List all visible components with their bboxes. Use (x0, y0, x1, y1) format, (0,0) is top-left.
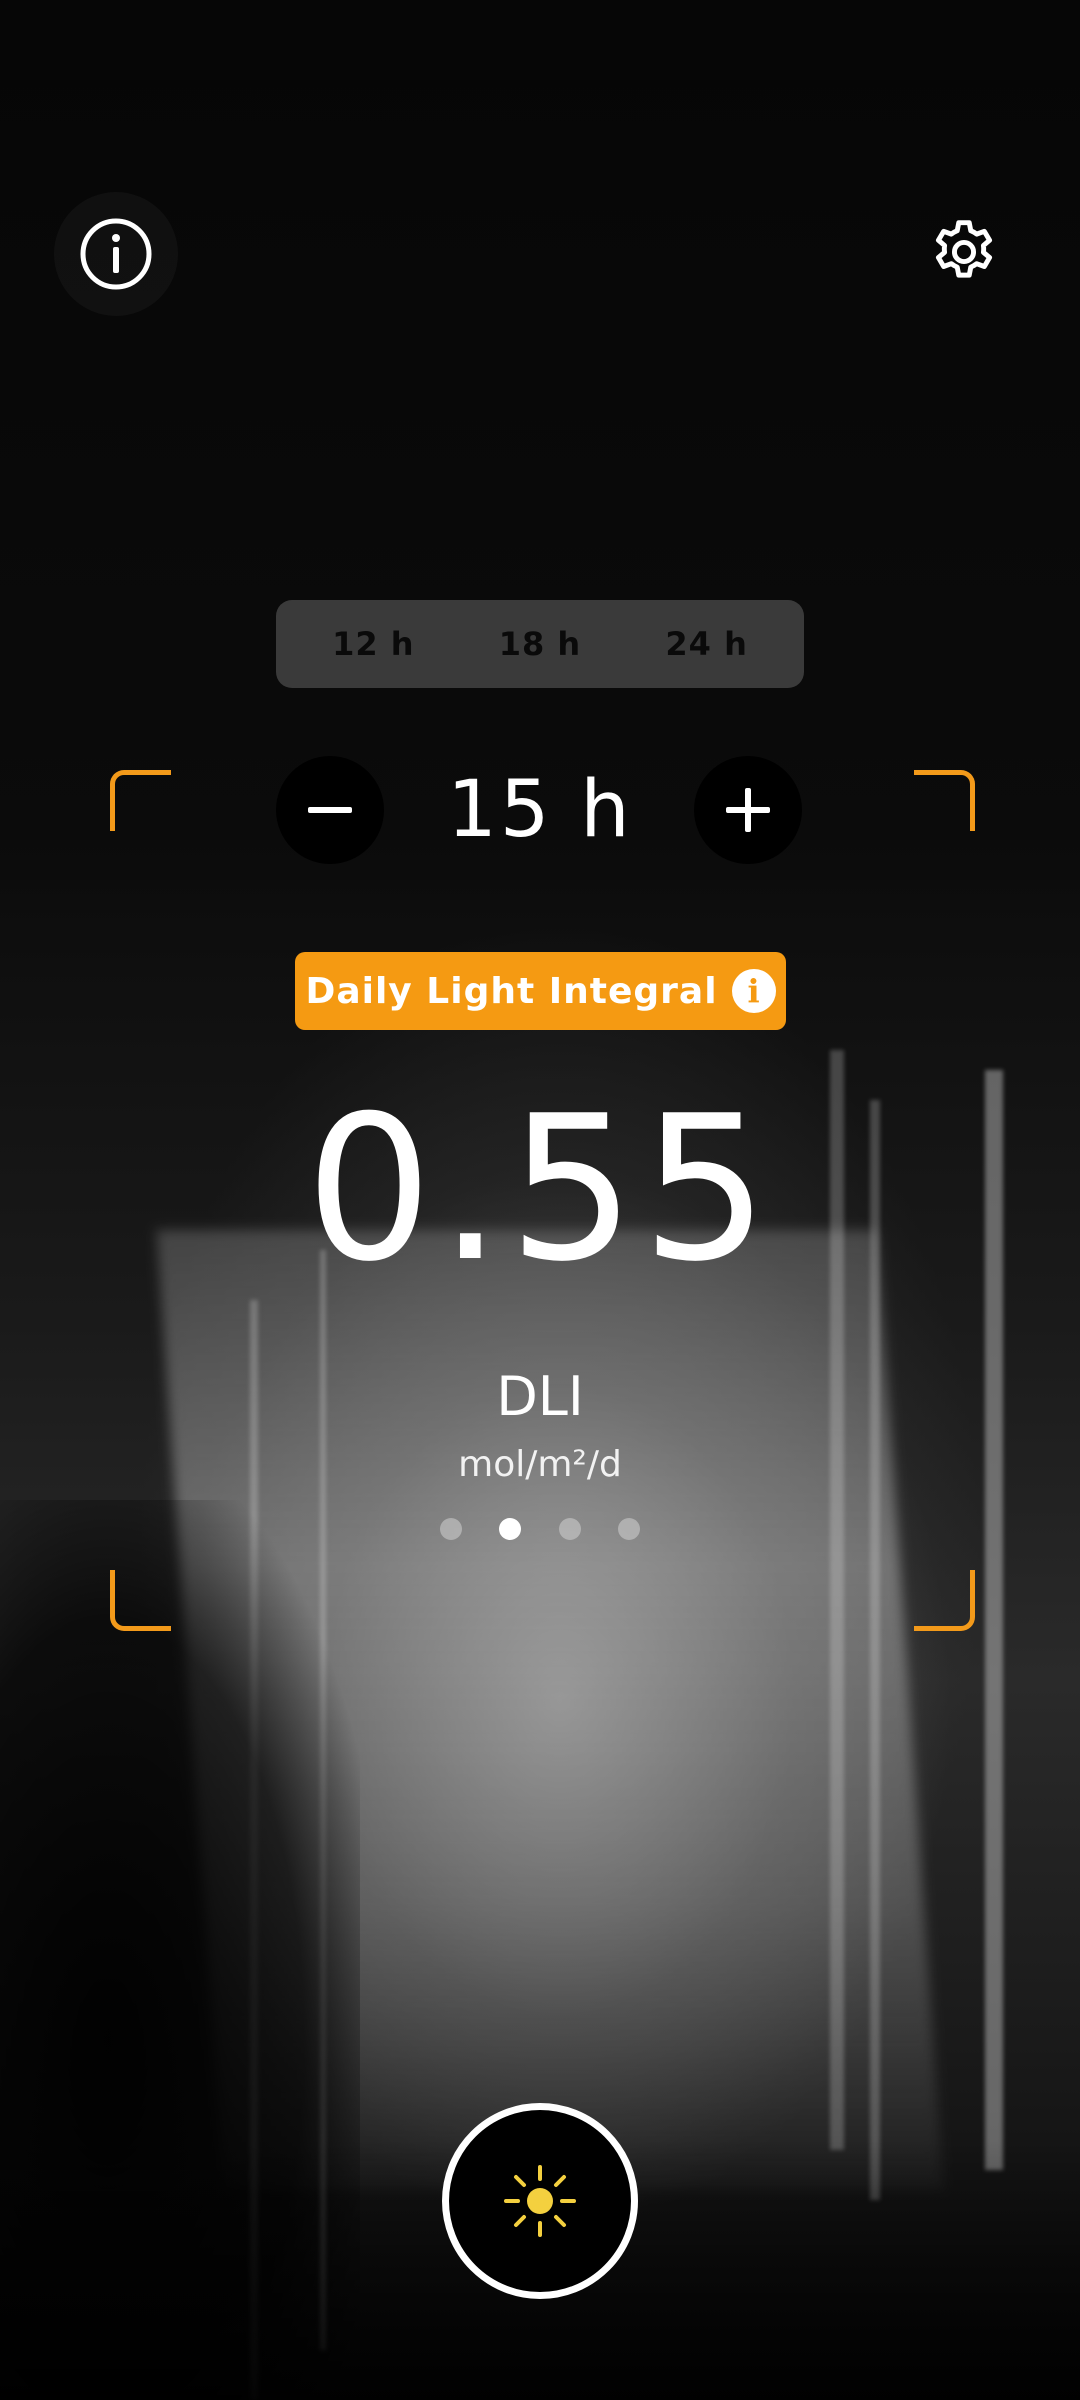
plus-icon (726, 788, 770, 832)
reading-unit: mol/m²/d (458, 1444, 622, 1485)
gear-icon (935, 220, 993, 278)
preset-18h[interactable]: 18 h (460, 625, 620, 663)
increase-hours-button[interactable] (694, 756, 802, 864)
measure-button[interactable] (442, 2103, 638, 2299)
settings-button[interactable] (902, 190, 1026, 314)
reading-unit-name: DLI (496, 1365, 584, 1428)
preset-12h[interactable]: 12 h (293, 625, 453, 663)
light-meter-screen: 12 h 18 h 24 h 15 h Daily Light Integral… (0, 0, 1080, 2400)
metric-info-icon[interactable]: i (731, 969, 776, 1013)
minus-icon (308, 807, 352, 813)
info-button[interactable] (54, 192, 178, 316)
photoperiod-hours-value: 15 h (447, 765, 633, 855)
metric-pager (440, 1516, 640, 1542)
pager-dot[interactable] (558, 1518, 581, 1540)
curtain-fold (985, 1070, 1003, 2170)
metric-label: Daily Light Integral (305, 970, 718, 1012)
info-circle-icon (80, 218, 152, 290)
dli-reading-value: 0.55 (305, 1073, 775, 1306)
pager-dot[interactable] (440, 1518, 462, 1540)
decrease-hours-button[interactable] (276, 756, 384, 864)
pager-dot[interactable] (617, 1518, 640, 1540)
pager-dot-active[interactable] (499, 1518, 522, 1540)
sun-icon (504, 2165, 576, 2237)
frame-corner-top-right (914, 770, 975, 831)
photoperiod-presets: 12 h 18 h 24 h (276, 600, 804, 688)
frame-corner-bottom-right (914, 1570, 975, 1631)
metric-selector-badge[interactable]: Daily Light Integral i (295, 952, 786, 1030)
preset-24h[interactable]: 24 h (627, 625, 787, 663)
frame-corner-bottom-left (110, 1570, 171, 1631)
frame-corner-top-left (110, 770, 171, 831)
